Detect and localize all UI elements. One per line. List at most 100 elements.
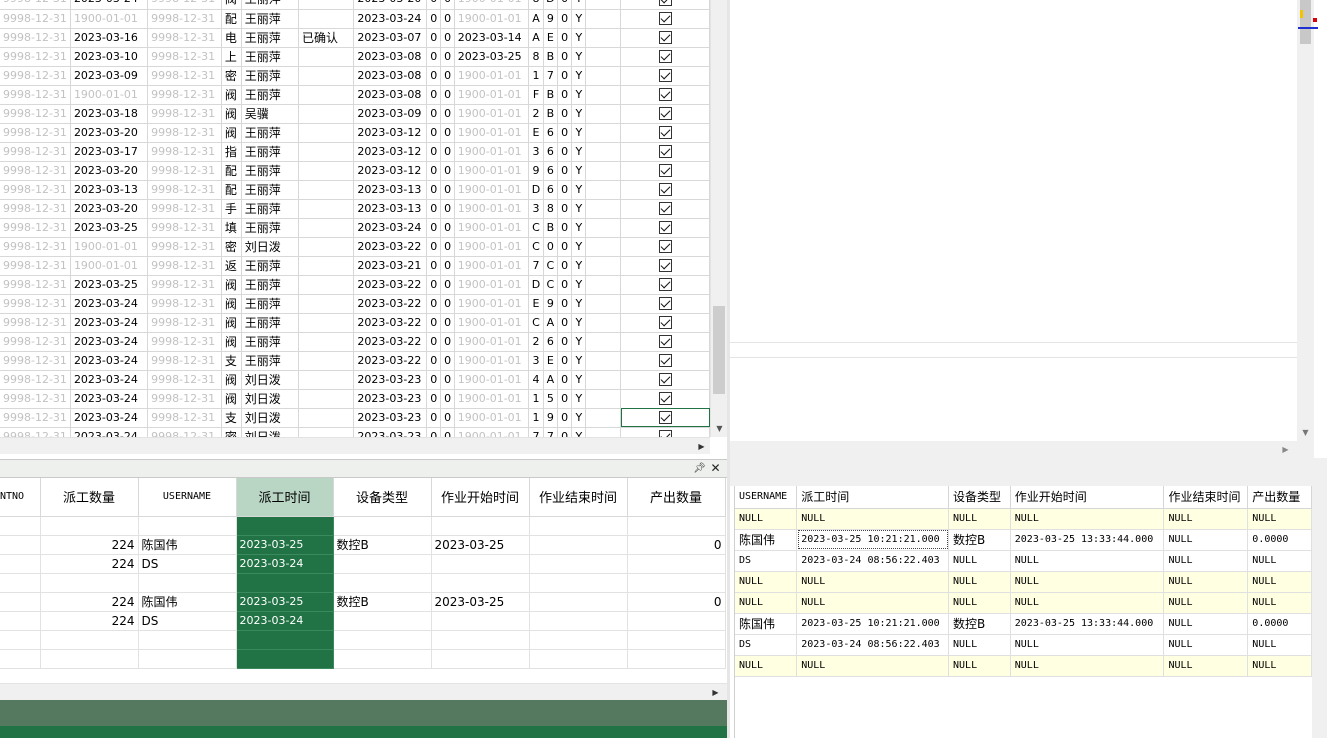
cell-code[interactable]: 0	[543, 237, 559, 257]
checkbox-checked-icon[interactable]	[658, 126, 672, 139]
cell-ntno[interactable]	[0, 573, 41, 593]
cell-date[interactable]: 9998-12-31	[147, 389, 222, 409]
cell-flag[interactable]: Y	[571, 0, 587, 10]
result-cell-username[interactable]: 陈国伟	[735, 529, 798, 551]
cell-date[interactable]: 1900-01-01	[454, 161, 530, 181]
cell-number[interactable]: 0	[440, 389, 455, 409]
cell-ntno[interactable]	[0, 630, 41, 650]
table-row[interactable]: 9998-12-31 2023-03-09 9998-12-31 密王丽萍 2023-0…	[0, 66, 710, 86]
cell-date[interactable]: 2023-03-14	[454, 28, 530, 48]
cell-status[interactable]	[298, 85, 355, 105]
cell-equipment-type[interactable]	[333, 611, 432, 631]
cell-end-time[interactable]	[529, 535, 628, 555]
cell-date[interactable]: 9998-12-31	[147, 370, 222, 390]
cell-empty[interactable]	[585, 66, 622, 86]
cell-date[interactable]: 2023-03-07	[353, 28, 428, 48]
cell-type[interactable]: 阀	[221, 123, 242, 143]
cell-date[interactable]: 9998-12-31	[147, 199, 222, 219]
cell-user[interactable]: 王丽萍	[241, 161, 299, 181]
cell-checkbox[interactable]	[620, 28, 710, 48]
cell-start-time[interactable]	[431, 630, 530, 650]
cell-user[interactable]: 王丽萍	[241, 294, 299, 314]
table-row[interactable]: 9998-12-31 2023-03-13 9998-12-31 配王丽萍 2023-0…	[0, 180, 710, 200]
cell-flag[interactable]: Y	[571, 180, 587, 200]
table-row[interactable]: 9998-12-31 2023-03-24 9998-12-31 阀刘日泼 2023-0…	[0, 370, 710, 390]
cell-type[interactable]: 填	[221, 218, 242, 238]
cell-date[interactable]: 2023-03-20	[70, 161, 149, 181]
cell-date[interactable]: 9998-12-31	[147, 313, 222, 333]
cell-start-time[interactable]	[431, 516, 530, 536]
result-cell-dispatch-time[interactable]: NULL	[796, 571, 950, 593]
checkbox-checked-icon[interactable]	[658, 69, 672, 82]
cell-date[interactable]: 9998-12-31	[0, 256, 71, 276]
table-row[interactable]: 9998-12-31 2023-03-25 9998-12-31 填王丽萍 2023-0…	[0, 218, 710, 238]
editor-vertical-scrollbar[interactable]: ▼	[1297, 0, 1314, 441]
cell-status[interactable]	[298, 180, 355, 200]
cell-number[interactable]: 0	[440, 66, 455, 86]
dispatch-grid-horizontal-scrollbar[interactable]: ▶	[0, 683, 727, 700]
cell-number[interactable]: 0	[426, 218, 442, 238]
cell-code[interactable]: E	[528, 294, 544, 314]
table-row[interactable]	[0, 516, 726, 536]
table-row[interactable]: 9998-12-312023-03-249998-12-31阀王丽萍2023-0…	[0, 0, 710, 10]
result-cell-start-time[interactable]: 2023-03-25 13:33:44.000	[1010, 613, 1165, 635]
cell-flag[interactable]: Y	[571, 313, 587, 333]
cell-number[interactable]: 0	[426, 123, 442, 143]
cell-date[interactable]: 9998-12-31	[147, 237, 222, 257]
table-row[interactable]: 9998-12-31 2023-03-24 9998-12-31 密刘日泼 2023-0…	[0, 427, 710, 437]
cell-checkbox[interactable]	[620, 427, 710, 437]
cell-date[interactable]: 9998-12-31	[147, 28, 222, 48]
cell-date[interactable]: 2023-03-13	[353, 180, 428, 200]
cell-empty[interactable]	[585, 332, 622, 352]
cell-status[interactable]	[298, 104, 355, 124]
cell-type[interactable]: 手	[221, 199, 242, 219]
cell-date[interactable]: 2023-03-24	[353, 9, 428, 29]
cell-checkbox[interactable]	[620, 161, 710, 181]
cell-date[interactable]: 2023-03-24	[70, 294, 149, 314]
cell-date[interactable]: 1900-01-01	[454, 123, 530, 143]
cell-code[interactable]: D	[528, 180, 544, 200]
cell-flag[interactable]: Y	[571, 332, 587, 352]
cell-date[interactable]: 2023-03-16	[70, 28, 149, 48]
cell-number[interactable]: 0	[426, 408, 442, 428]
cell-code[interactable]: 7	[543, 427, 559, 437]
cell-date[interactable]: 9998-12-31	[0, 427, 71, 437]
cell-user[interactable]: 王丽萍	[241, 0, 299, 10]
result-cell-equipment-type[interactable]: NULL	[948, 655, 1011, 677]
cell-date[interactable]: 9998-12-31	[147, 275, 222, 295]
cell-date[interactable]: 2023-03-25	[454, 47, 530, 67]
cell-code[interactable]: 9	[543, 9, 559, 29]
cell-code[interactable]: B	[543, 104, 559, 124]
cell-user[interactable]: 刘日泼	[241, 389, 299, 409]
result-cell-dispatch-time[interactable]: NULL	[796, 508, 950, 530]
cell-user[interactable]: 王丽萍	[241, 66, 299, 86]
cell-output-qty[interactable]: 0	[627, 535, 726, 555]
cell-checkbox[interactable]	[620, 408, 710, 428]
cell-dispatch-time[interactable]	[236, 630, 334, 650]
result-cell-output-qty[interactable]: NULL	[1247, 508, 1312, 530]
cell-flag[interactable]: Y	[571, 427, 587, 437]
cell-number[interactable]: 0	[440, 275, 455, 295]
cell-date[interactable]: 2023-03-09	[70, 66, 149, 86]
cell-date[interactable]: 2023-03-20	[70, 199, 149, 219]
cell-number[interactable]: 0	[440, 199, 455, 219]
result-cell-equipment-type[interactable]: 数控B	[948, 529, 1011, 551]
cell-date[interactable]: 1900-01-01	[454, 85, 530, 105]
cell-code[interactable]: F	[528, 85, 544, 105]
cell-checkbox[interactable]	[620, 66, 710, 86]
cell-status[interactable]	[298, 294, 355, 314]
cell-status[interactable]	[298, 0, 355, 10]
cell-type[interactable]: 阀	[221, 370, 242, 390]
cell-number[interactable]: 0	[557, 0, 573, 10]
table-row[interactable]: 9998-12-31 2023-03-16 9998-12-31 电王丽萍 已确认 202…	[0, 28, 710, 48]
cell-flag[interactable]: Y	[571, 275, 587, 295]
cell-user[interactable]: 王丽萍	[241, 256, 299, 276]
cell-code[interactable]: C	[543, 256, 559, 276]
cell-date[interactable]: 9998-12-31	[0, 104, 71, 124]
cell-date[interactable]: 1900-01-01	[454, 0, 530, 10]
result-cell-username[interactable]: NULL	[735, 655, 798, 677]
cell-end-time[interactable]	[529, 573, 628, 593]
cell-empty[interactable]	[585, 370, 622, 390]
cell-type[interactable]: 支	[221, 351, 242, 371]
cell-type[interactable]: 密	[221, 237, 242, 257]
